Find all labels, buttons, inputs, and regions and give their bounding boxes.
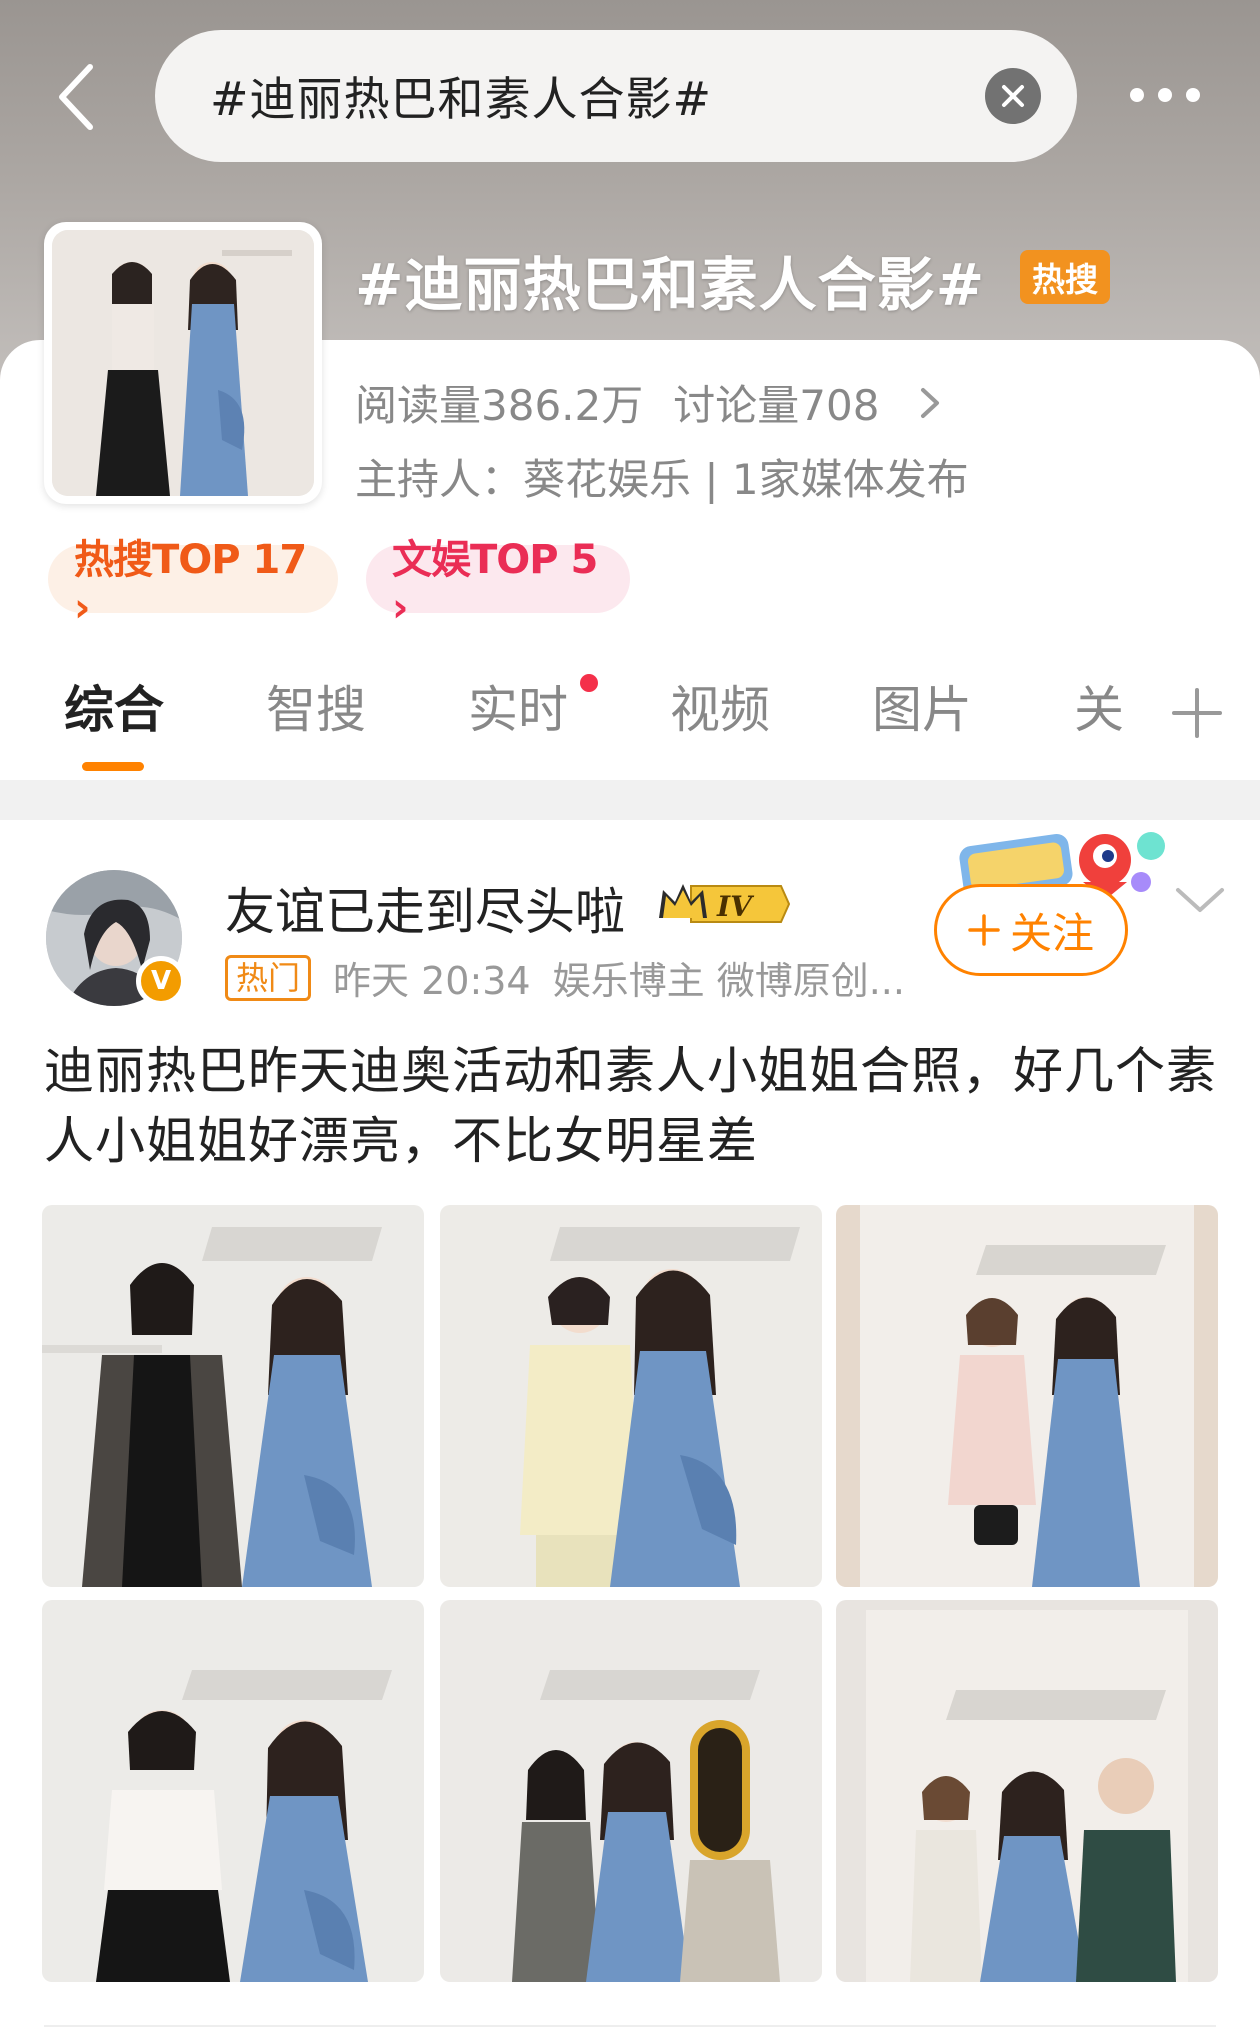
entertainment-rank-pill[interactable]: 文娱TOP 5 › [366,537,630,631]
tab-smart-search[interactable]: 智搜 [266,670,366,750]
chevron-down-icon [1176,888,1224,912]
follow-button[interactable]: 关注 [934,884,1128,976]
post-photo-1-image [42,1205,424,1587]
svg-text:IV: IV [716,890,755,923]
back-button[interactable] [40,52,112,142]
tab-pictures[interactable]: 图片 [872,670,972,750]
post-photo-6[interactable] [836,1600,1218,1982]
post-time: 昨天 20:34 [333,959,531,1003]
clear-search-button[interactable] [985,68,1041,124]
topic-thumbnail[interactable] [44,222,322,504]
post-photo-4-image [42,1600,424,1982]
tab-follow[interactable]: 关 [1074,670,1124,750]
post-photo-5[interactable] [440,1600,822,1982]
topic-title: #迪丽热巴和素人合影# [355,251,986,319]
post-photo-5-image [440,1600,822,1982]
follow-button-label: 关注 [1009,908,1094,958]
post-photo-1[interactable] [42,1205,424,1587]
discussion-count: 讨论量708 [673,381,880,430]
section-divider [0,780,1260,820]
chevron-right-icon [921,387,940,418]
post-source: 娱乐博主 微博原创... [552,959,905,1003]
more-dots-icon [1130,88,1144,102]
add-tab-button[interactable] [1162,678,1232,748]
crown-icon: IV [659,884,791,923]
tab-comprehensive[interactable]: 综合 [64,670,164,750]
plus-icon [1172,688,1222,738]
read-count: 阅读量386.2万 [355,381,644,430]
post-text: 迪丽热巴昨天迪奥活动和素人小姐姐合照，好几个素人小姐姐好漂亮，不比女明星差 [44,1042,1217,1170]
post-photo-2-image [440,1205,822,1587]
verified-badge-icon: V [136,956,186,1006]
close-icon [1002,85,1024,107]
post-username[interactable]: 友谊已走到尽头啦 [225,872,625,944]
post-photo-3[interactable] [836,1205,1218,1587]
post-photo-2[interactable] [440,1205,822,1587]
post-options-chevron[interactable] [1172,880,1228,920]
hot-search-badge: 热搜 [1020,250,1110,304]
plus-icon [968,914,1000,946]
post-photo-4[interactable] [42,1600,424,1982]
topic-thumbnail-image [52,230,314,496]
crown-level-badge: IV [655,878,791,930]
back-arrow-icon [59,64,93,130]
more-options-button[interactable] [1120,70,1210,120]
post-photo-3-image [836,1205,1218,1587]
post-meta: 热门 昨天 20:34 娱乐博主 微博原创... [225,950,905,1005]
search-input[interactable]: #迪丽热巴和素人合影# [155,30,1077,162]
post-photo-6-image [836,1600,1218,1982]
topic-host: 主持人：葵花娱乐 | 1家媒体发布 [355,455,969,504]
topic-stats[interactable]: 阅读量386.2万 讨论量708 [355,372,941,433]
tab-video[interactable]: 视频 [670,670,770,750]
tab-realtime[interactable]: 实时 [468,670,568,750]
post-bottom-divider [44,2025,1216,2027]
active-tab-indicator [82,762,144,771]
hot-tag: 热门 [225,954,312,1001]
tab-bar: 综合 智搜 实时 视频 图片 关 [0,670,1260,780]
hot-search-rank-pill[interactable]: 热搜TOP 17 › [48,537,338,631]
realtime-notification-dot [580,674,598,692]
search-query-text: #迪丽热巴和素人合影# [210,72,713,126]
